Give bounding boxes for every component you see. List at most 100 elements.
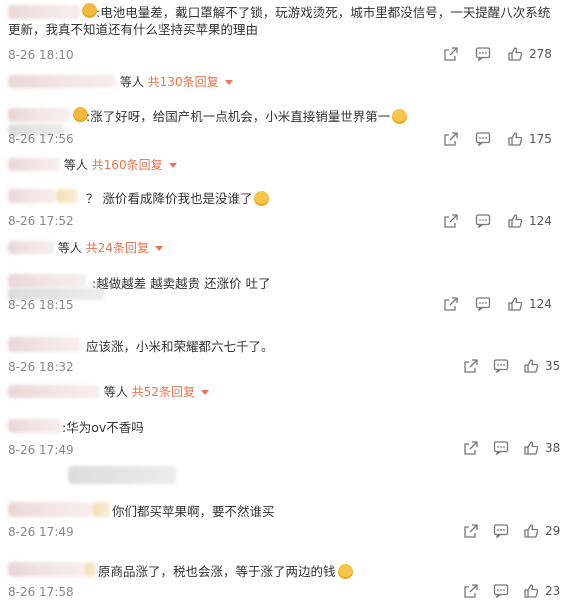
blurred-reply-preview [68,466,176,484]
like-button[interactable]: 23 [523,583,560,599]
thumbs-up-icon [524,359,539,373]
blurred-username [8,158,60,171]
view-replies[interactable]: 共52条回复 [132,385,195,399]
share-icon [444,132,458,146]
comment-button[interactable] [475,131,491,147]
comment-button[interactable] [475,296,491,312]
thumbs-up-icon [508,47,523,61]
reply-users: 等人 [57,241,82,255]
share-button[interactable] [443,296,459,312]
view-replies[interactable]: 共24条回复 [86,241,149,255]
share-button[interactable] [463,523,479,539]
comment-text: :电池电量差，戴口罩解不了锁，玩游戏烫死，城市里都没信号，一天提醒八次系统更新，… [8,5,551,37]
reply-thread-link[interactable]: 等人 共130条回复 [8,73,233,91]
comment-button[interactable] [493,583,509,599]
like-count: 23 [545,584,561,598]
emoji-icon [254,191,270,206]
like-button[interactable]: 29 [523,523,560,539]
comment-actions: 124 [443,213,563,233]
comment-button[interactable] [493,440,509,456]
comment-item: :越做越差 越卖越贵 还涨价 吐了 8-26 18:15 124 [0,270,563,320]
comment-button[interactable] [493,358,509,374]
like-count: 124 [529,214,552,228]
share-button[interactable] [463,358,479,374]
like-count: 38 [545,441,561,455]
comment-icon [493,584,509,599]
share-button[interactable] [463,440,479,456]
like-button[interactable]: 124 [507,213,552,229]
blurred-username [84,562,96,577]
blurred-username [8,562,84,577]
share-icon [444,214,458,228]
comment-button[interactable] [475,213,491,229]
comment-actions: 23 [463,583,563,603]
comment-button[interactable] [475,46,491,62]
like-button[interactable]: 124 [507,296,552,312]
comment-text: :涨了好呀，给国产机一点机会，小米直接销量世界第一 [86,108,551,125]
reply-users: 等人 [63,158,88,172]
like-count: 175 [529,132,552,146]
comment-text: :华为ov不香吗 [62,420,144,435]
blurred-username [8,108,70,122]
comment-time: 8-26 17:52 [8,214,74,228]
comment-time: 8-26 18:32 [8,360,74,374]
reply-users: 等人 [119,75,144,89]
like-button[interactable]: 35 [523,358,560,374]
comment-text: 原商品涨了，税也会涨，等于涨了两边的钱 [98,563,551,580]
share-button[interactable] [443,213,459,229]
like-count: 35 [545,359,561,373]
blurred-username [8,75,116,88]
like-button[interactable]: 38 [523,440,560,456]
share-icon [444,297,458,311]
blurred-username [8,337,80,352]
chevron-down-icon [168,163,177,168]
comment-actions: 124 [443,296,563,316]
thumbs-up-icon [524,524,539,538]
comment-item: 原商品涨了，税也会涨，等于涨了两边的钱 8-26 17:58 23 [0,560,563,600]
like-button[interactable]: 278 [507,46,552,62]
comment-actions: 278 [443,46,563,66]
like-button[interactable]: 175 [507,131,552,147]
comment-icon [493,441,509,456]
comment-actions: 35 [463,358,563,378]
share-button[interactable] [443,46,459,62]
comment-button[interactable] [493,523,509,539]
reply-thread-link[interactable]: 等人 共52条回复 [8,383,209,401]
comment-time: 8-26 17:58 [8,585,74,599]
like-count: 278 [529,47,552,61]
comment-icon [493,524,509,539]
comment-icon [475,297,491,312]
reply-thread-link[interactable]: 等人 共24条回复 [8,239,163,257]
comment-text-content: ？ 涨价看成降价我也是没谁了 [86,191,253,206]
chevron-down-icon [200,390,209,395]
emoji-icon [337,564,353,579]
view-replies[interactable]: 共160条回复 [92,158,163,172]
comment-time: 8-26 18:15 [8,298,74,312]
like-count: 29 [545,524,561,538]
comment-item: 应该涨，小米和荣耀都六七千了。 8-26 18:32 35 [0,334,563,378]
comment-item: :电池电量差，戴口罩解不了锁，玩游戏烫死，城市里都没信号，一天提醒八次系统更新，… [0,0,563,75]
comment-item: :涨了好呀，给国产机一点机会，小米直接销量世界第一 8-26 17:56 175 [0,104,563,154]
comment-item: 你们都买苹果啊，要不然谁买 8-26 17:49 29 [0,500,563,544]
blurred-username [8,419,62,433]
thumbs-up-icon [524,584,539,598]
share-button[interactable] [463,583,479,599]
reply-users: 等人 [103,385,128,399]
blurred-username [8,502,92,517]
comment-time: 8-26 17:56 [8,132,74,146]
like-count: 124 [529,297,552,311]
comment-time: 8-26 17:49 [8,525,74,539]
blurred-username [8,274,86,288]
chevron-down-icon [224,80,233,85]
comment-text-content: 原商品涨了，税也会涨，等于涨了两边的钱 [98,564,336,579]
reply-thread-link[interactable]: 等人 共160条回复 [8,156,177,174]
share-icon [464,524,478,538]
comment-time: 8-26 17:49 [8,443,74,457]
comment-actions: 175 [443,131,563,151]
share-button[interactable] [443,131,459,147]
comment-actions: 29 [463,523,563,543]
view-replies[interactable]: 共130条回复 [148,75,219,89]
blurred-username [8,189,56,203]
comment-icon [475,132,491,147]
comment-time: 8-26 18:10 [8,48,74,62]
